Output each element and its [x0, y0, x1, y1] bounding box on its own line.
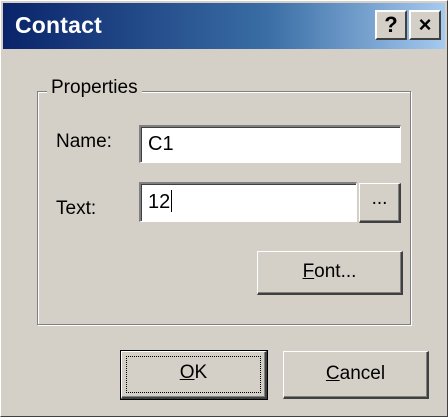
- help-icon: ?: [384, 12, 398, 37]
- text-input-value: 12: [148, 191, 171, 213]
- dialog-title: Contact: [15, 12, 103, 38]
- cancel-button[interactable]: Cancel: [283, 351, 429, 399]
- properties-group-label: Properties: [47, 77, 142, 99]
- name-input[interactable]: C1: [139, 125, 401, 163]
- name-input-value: C1: [148, 133, 174, 155]
- contact-dialog: Contact ? × Properties Name: C1 Text: 12…: [0, 0, 448, 417]
- text-input[interactable]: 12: [139, 182, 357, 222]
- name-label: Name:: [56, 131, 112, 152]
- close-button[interactable]: ×: [409, 10, 441, 40]
- close-icon: ×: [418, 12, 432, 37]
- ellipsis-icon: ...: [371, 188, 388, 209]
- cancel-button-label: Cancel: [325, 363, 386, 384]
- ok-button[interactable]: OK: [120, 350, 268, 400]
- text-cursor: [171, 190, 173, 212]
- title-bar[interactable]: Contact ? ×: [3, 3, 445, 49]
- ok-focus-rect: [126, 356, 261, 393]
- text-label: Text:: [56, 198, 97, 219]
- browse-text-button[interactable]: ...: [359, 183, 401, 223]
- font-button[interactable]: Font...: [257, 251, 403, 295]
- help-button[interactable]: ?: [375, 10, 407, 40]
- font-button-label: Font...: [302, 261, 357, 282]
